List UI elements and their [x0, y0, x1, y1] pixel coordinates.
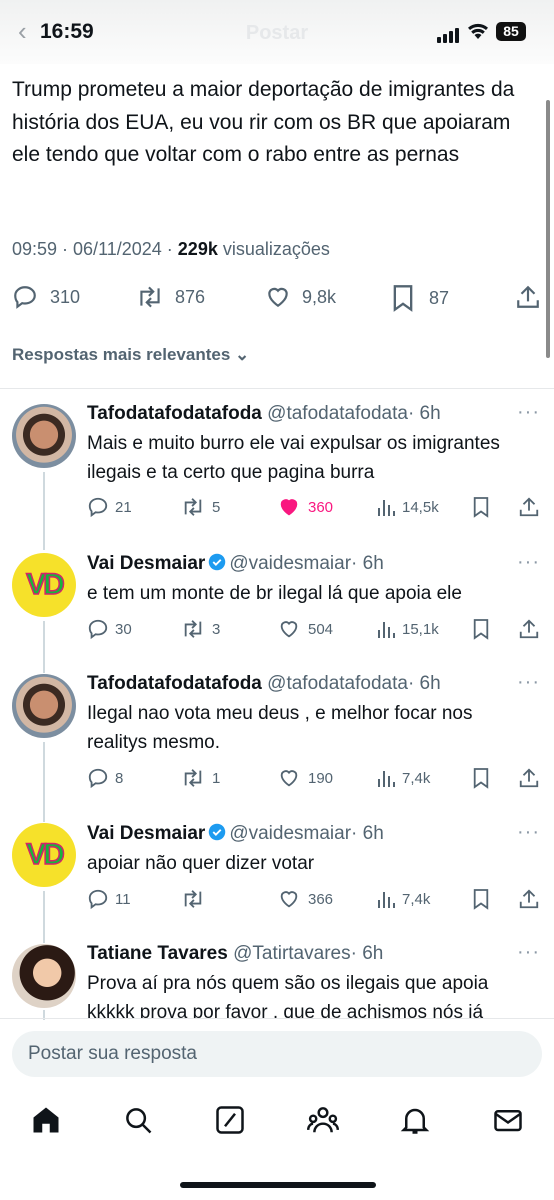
divider: [0, 1018, 554, 1019]
communities-icon[interactable]: [307, 1105, 339, 1140]
bottom-nav: [0, 1095, 554, 1155]
home-icon[interactable]: [31, 1105, 61, 1140]
reply-text: Prova aí pra nós quem são os ilegais que…: [87, 973, 489, 1019]
search-icon[interactable]: [123, 1105, 153, 1140]
author-handle: @Tatirtavares: [233, 943, 351, 964]
author-name: Tatiane Tavares: [87, 943, 228, 964]
more-icon[interactable]: ···: [517, 941, 540, 964]
home-indicator: [180, 1182, 376, 1188]
reply-input-placeholder: Postar sua resposta: [28, 1043, 197, 1064]
reply-author[interactable]: Tatiane Tavares @Tatirtavares· 6h: [87, 943, 383, 965]
notifications-icon[interactable]: [400, 1105, 430, 1140]
reply-input[interactable]: Postar sua resposta: [12, 1031, 542, 1077]
messages-icon[interactable]: [493, 1105, 523, 1140]
reply-list-viewport: Tatiane Tavares @Tatirtavares· 6h ··· Pr…: [0, 0, 554, 1019]
reply-time: · 6h: [350, 943, 384, 964]
grok-icon[interactable]: [215, 1105, 245, 1140]
avatar[interactable]: [12, 944, 76, 1008]
